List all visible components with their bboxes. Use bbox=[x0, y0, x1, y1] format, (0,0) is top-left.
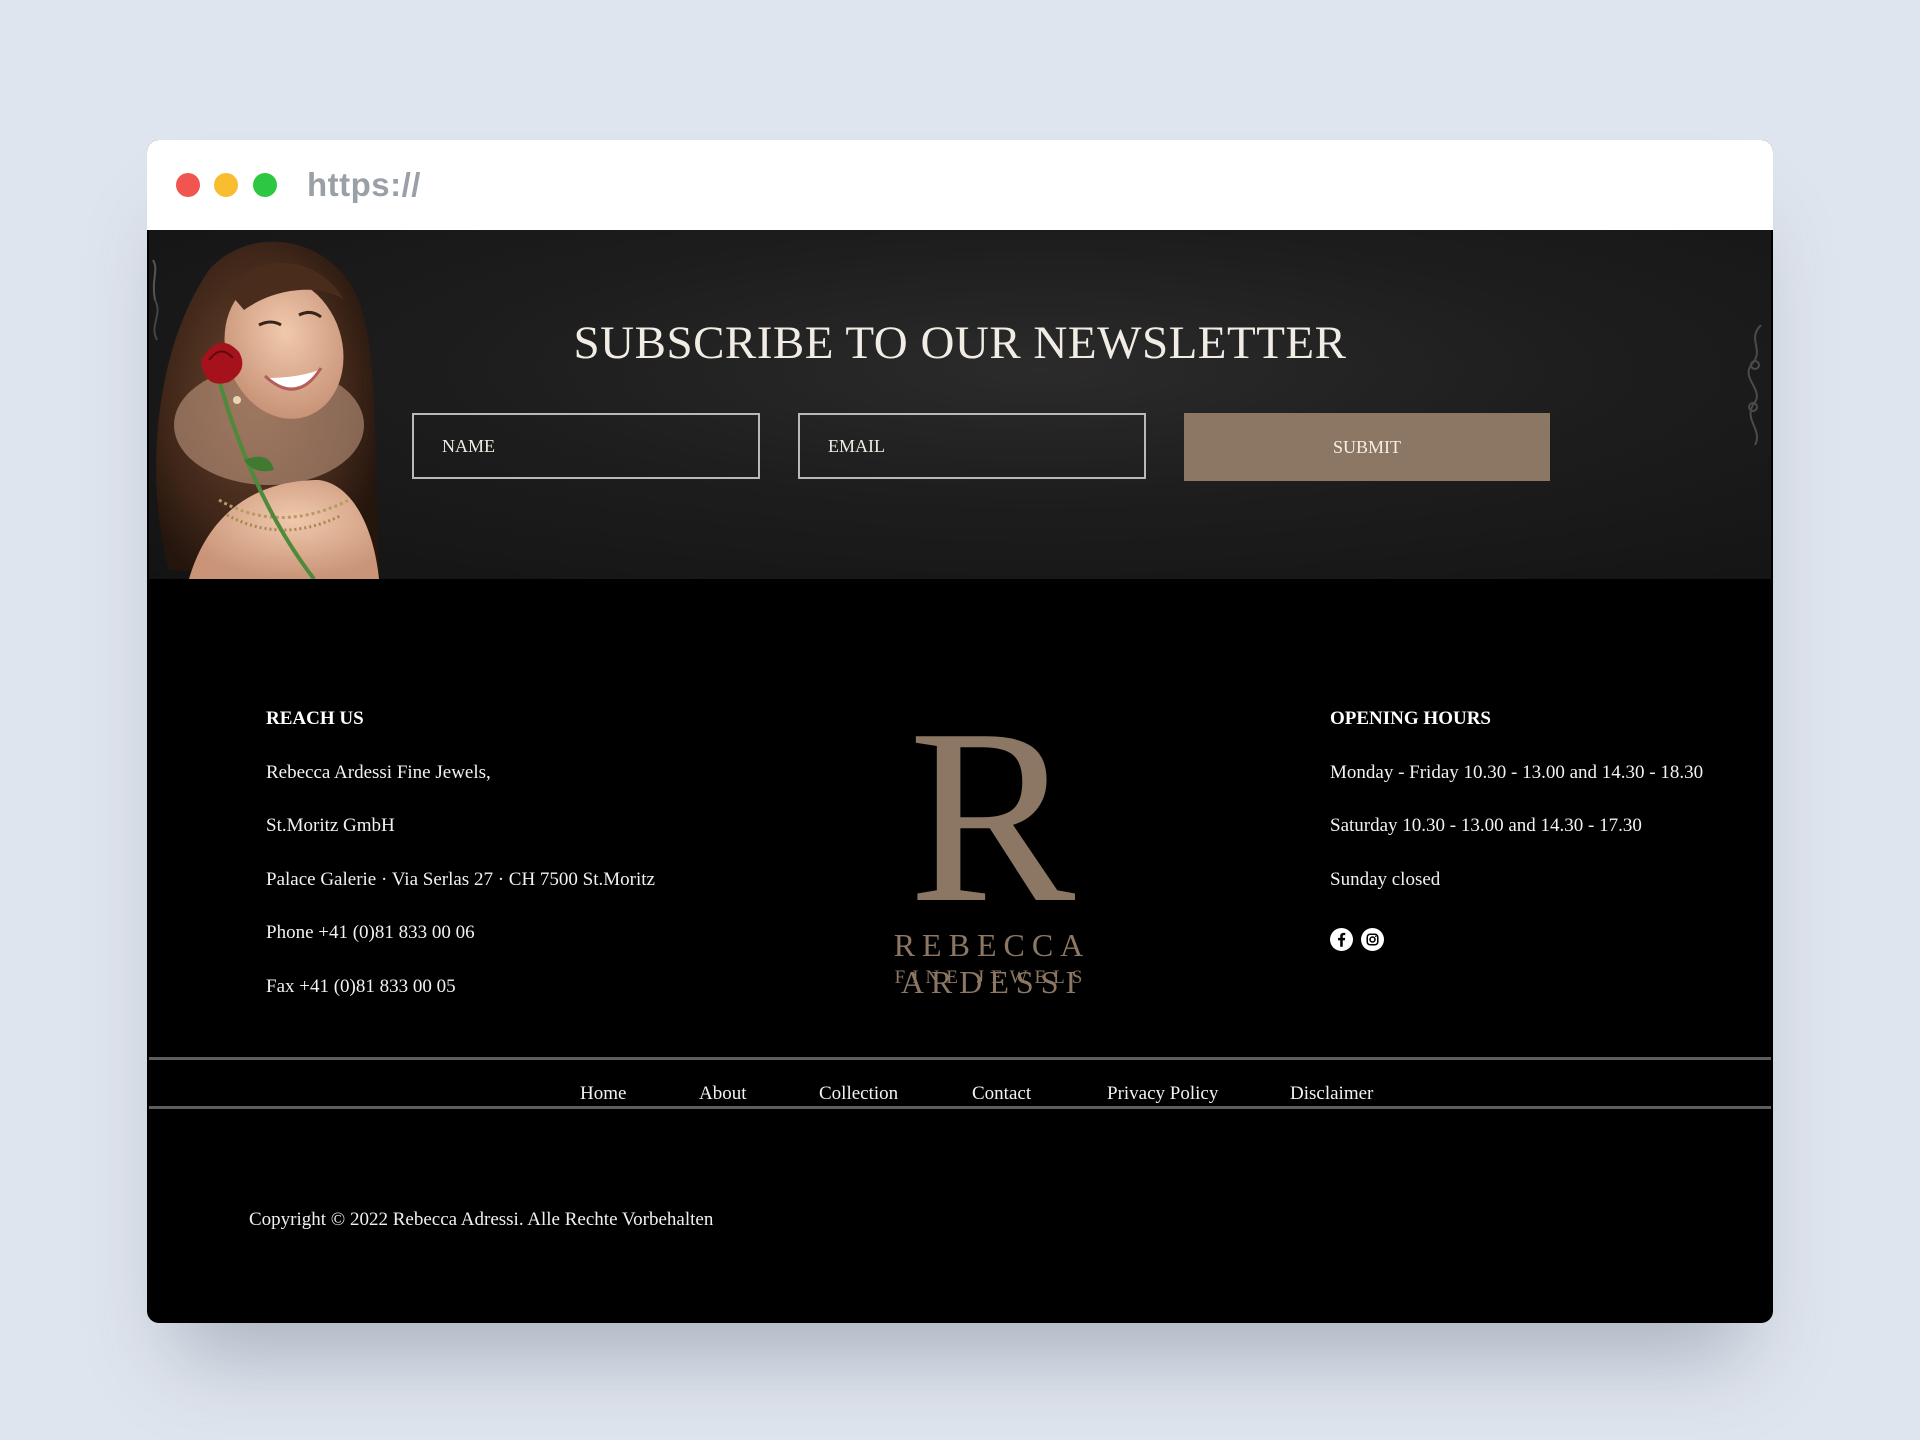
hours-line: Sunday closed bbox=[1330, 869, 1441, 890]
hours-line: Saturday 10.30 - 13.00 and 14.30 - 17.30 bbox=[1330, 815, 1642, 836]
brand-logo[interactable]: R REBECCA ARDESSI FINE JEWELS bbox=[802, 715, 1182, 1000]
brand-name: REBECCA ARDESSI bbox=[893, 927, 1091, 1000]
facebook-icon[interactable] bbox=[1330, 928, 1353, 951]
nav-privacy-policy-link[interactable]: Privacy Policy bbox=[1107, 1083, 1218, 1105]
close-window-button[interactable] bbox=[176, 173, 200, 197]
browser-window: https:// SUBSCRIBE TO OUR NEWSLETTER NAM… bbox=[147, 140, 1773, 1323]
opening-hours-heading: OPENING HOURS bbox=[1330, 708, 1491, 729]
minimize-window-button[interactable] bbox=[214, 173, 238, 197]
brand-tagline: FINE JEWELS bbox=[894, 967, 1090, 988]
nav-about-link[interactable]: About bbox=[699, 1083, 747, 1105]
maximize-window-button[interactable] bbox=[253, 173, 277, 197]
fax-number: Fax +41 (0)81 833 00 05 bbox=[266, 976, 456, 997]
model-portrait-image bbox=[152, 241, 379, 579]
nav-divider-bottom bbox=[149, 1106, 1771, 1109]
reach-us-heading: REACH US bbox=[266, 708, 364, 729]
address-line: St.Moritz GmbH bbox=[266, 815, 395, 836]
address-line: Rebecca Ardessi Fine Jewels, bbox=[266, 762, 491, 783]
newsletter-title: SUBSCRIBE TO OUR NEWSLETTER bbox=[573, 317, 1347, 369]
newsletter-section: SUBSCRIBE TO OUR NEWSLETTER NAME EMAIL S… bbox=[149, 230, 1771, 579]
nav-collection-link[interactable]: Collection bbox=[819, 1083, 898, 1105]
nav-home-link[interactable]: Home bbox=[580, 1083, 626, 1105]
phone-number[interactable]: Phone +41 (0)81 833 00 06 bbox=[266, 922, 475, 944]
email-input[interactable]: EMAIL bbox=[798, 413, 1146, 479]
address-line: Palace Galerie · Via Serlas 27 · CH 7500… bbox=[266, 869, 655, 890]
instagram-icon[interactable] bbox=[1361, 928, 1384, 951]
nav-contact-link[interactable]: Contact bbox=[972, 1083, 1031, 1105]
hours-line: Monday - Friday 10.30 - 13.00 and 14.30 … bbox=[1330, 762, 1704, 783]
monogram-r-icon: R bbox=[909, 715, 1076, 910]
nav-divider-top bbox=[149, 1057, 1771, 1060]
svg-text:R: R bbox=[909, 715, 1076, 910]
submit-button[interactable]: SUBMIT bbox=[1184, 413, 1550, 481]
nav-disclaimer-link[interactable]: Disclaimer bbox=[1290, 1083, 1373, 1105]
copyright-text: Copyright © 2022 Rebecca Adressi. Alle R… bbox=[249, 1209, 714, 1230]
browser-chrome: https:// bbox=[147, 140, 1773, 230]
address-bar[interactable]: https:// bbox=[307, 166, 421, 204]
name-input[interactable]: NAME bbox=[412, 413, 760, 479]
